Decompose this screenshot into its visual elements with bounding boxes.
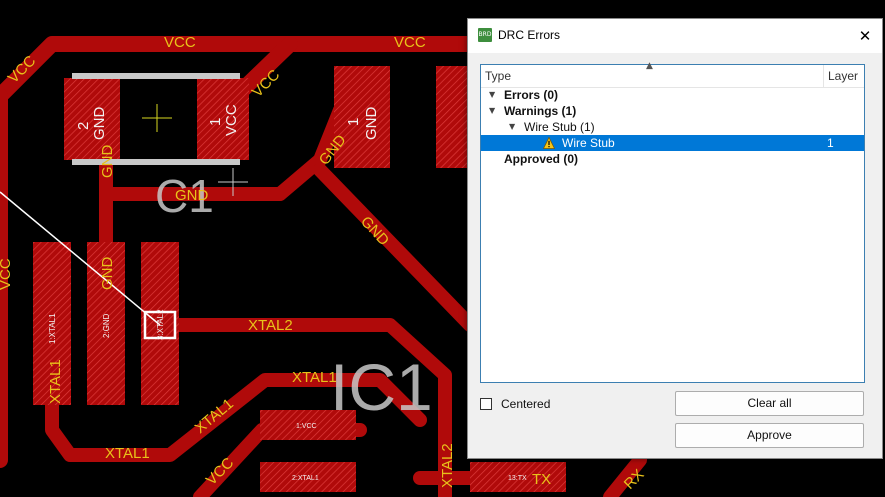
- tree-label-errors: Errors (0): [504, 88, 559, 102]
- tree-row-warnings[interactable]: ▼ Warnings (1): [481, 103, 864, 119]
- tree-row-approved[interactable]: Approved (0): [481, 151, 864, 167]
- tree-row-wire-stub-group[interactable]: ▼ Wire Stub (1): [481, 119, 864, 135]
- net-label-xtal1-bottom: XTAL1: [105, 445, 150, 462]
- wire-stub-layer: 1: [827, 136, 834, 150]
- column-header-layer[interactable]: Layer: [823, 65, 858, 87]
- expand-arrow-icon[interactable]: ▼: [509, 119, 515, 135]
- net-label-xtal2: XTAL2: [248, 317, 293, 334]
- approve-button[interactable]: Approve: [675, 423, 864, 448]
- part-pad-number: 1: [345, 118, 362, 126]
- tree-label-wire-stub-group: Wire Stub (1): [524, 120, 595, 134]
- crystal-pad-3-label: 3:XTAL2: [156, 309, 165, 340]
- sort-ascending-icon: ▲: [646, 61, 653, 71]
- c1-pad-2-net: GND: [91, 107, 108, 141]
- tree-label-approved: Approved (0): [504, 152, 579, 166]
- header-pad-13-label: 13:TX: [508, 475, 527, 482]
- c1-pad-2-number: 2: [75, 122, 92, 130]
- dialog-title: DRC Errors: [498, 28, 560, 42]
- tree-label-wire-stub-item: Wire Stub: [562, 136, 615, 150]
- expand-arrow-icon[interactable]: ▼: [489, 87, 495, 103]
- ic1-silk-name: IC1: [330, 350, 433, 424]
- tree-header: Type ▲ Layer: [481, 61, 864, 88]
- net-label-gnd-vertical: GND: [99, 145, 116, 179]
- part-pad-gnd[interactable]: [334, 66, 390, 168]
- net-label-gnd-mid: GND: [175, 187, 209, 204]
- net-label-tx: TX: [532, 471, 551, 488]
- net-label-xtal2-vertical: XTAL2: [439, 443, 456, 488]
- net-label-vcc-left: VCC: [0, 258, 14, 290]
- c1-pad-1-net: VCC: [223, 104, 240, 136]
- expand-arrow-icon[interactable]: ▼: [489, 103, 495, 119]
- tree-row-wire-stub-item[interactable]: Wire Stub 1: [481, 135, 864, 151]
- part-pad-right[interactable]: [436, 66, 468, 168]
- warning-icon: [543, 137, 555, 149]
- dialog-titlebar[interactable]: BRD DRC Errors ✕: [468, 19, 882, 53]
- header-pad-1-label: 1:VCC: [296, 423, 317, 430]
- crystal-pad-1-label: 1:XTAL1: [48, 313, 57, 344]
- net-label-gnd-crystal: GND: [99, 257, 116, 291]
- column-header-type[interactable]: Type: [485, 69, 511, 83]
- part-pad-net: GND: [363, 107, 380, 141]
- net-label-xtal1-vertical: XTAL1: [47, 359, 64, 404]
- crystal-pad-2-label: 2:GND: [102, 313, 111, 338]
- close-icon[interactable]: ✕: [854, 25, 876, 47]
- drc-errors-dialog[interactable]: BRD DRC Errors ✕ Type ▲ Layer ▼ Errors (…: [467, 18, 883, 459]
- centered-checkbox[interactable]: [480, 398, 492, 410]
- brd-app-icon: BRD: [478, 28, 492, 42]
- header-pad-2-label: 2:XTAL1: [292, 475, 319, 482]
- net-label-vcc-top-2: VCC: [394, 34, 426, 51]
- net-label-xtal1: XTAL1: [292, 369, 337, 386]
- c1-pad-1-number: 1: [207, 118, 224, 126]
- tree-row-errors[interactable]: ▼ Errors (0): [481, 87, 864, 103]
- tree-label-warnings: Warnings (1): [504, 104, 577, 118]
- drc-tree-view[interactable]: Type ▲ Layer ▼ Errors (0) ▼ Warnings (1)…: [480, 61, 865, 383]
- clear-all-button[interactable]: Clear all: [675, 391, 864, 416]
- net-label-vcc-top-1: VCC: [164, 34, 196, 51]
- centered-checkbox-label[interactable]: Centered: [501, 397, 550, 411]
